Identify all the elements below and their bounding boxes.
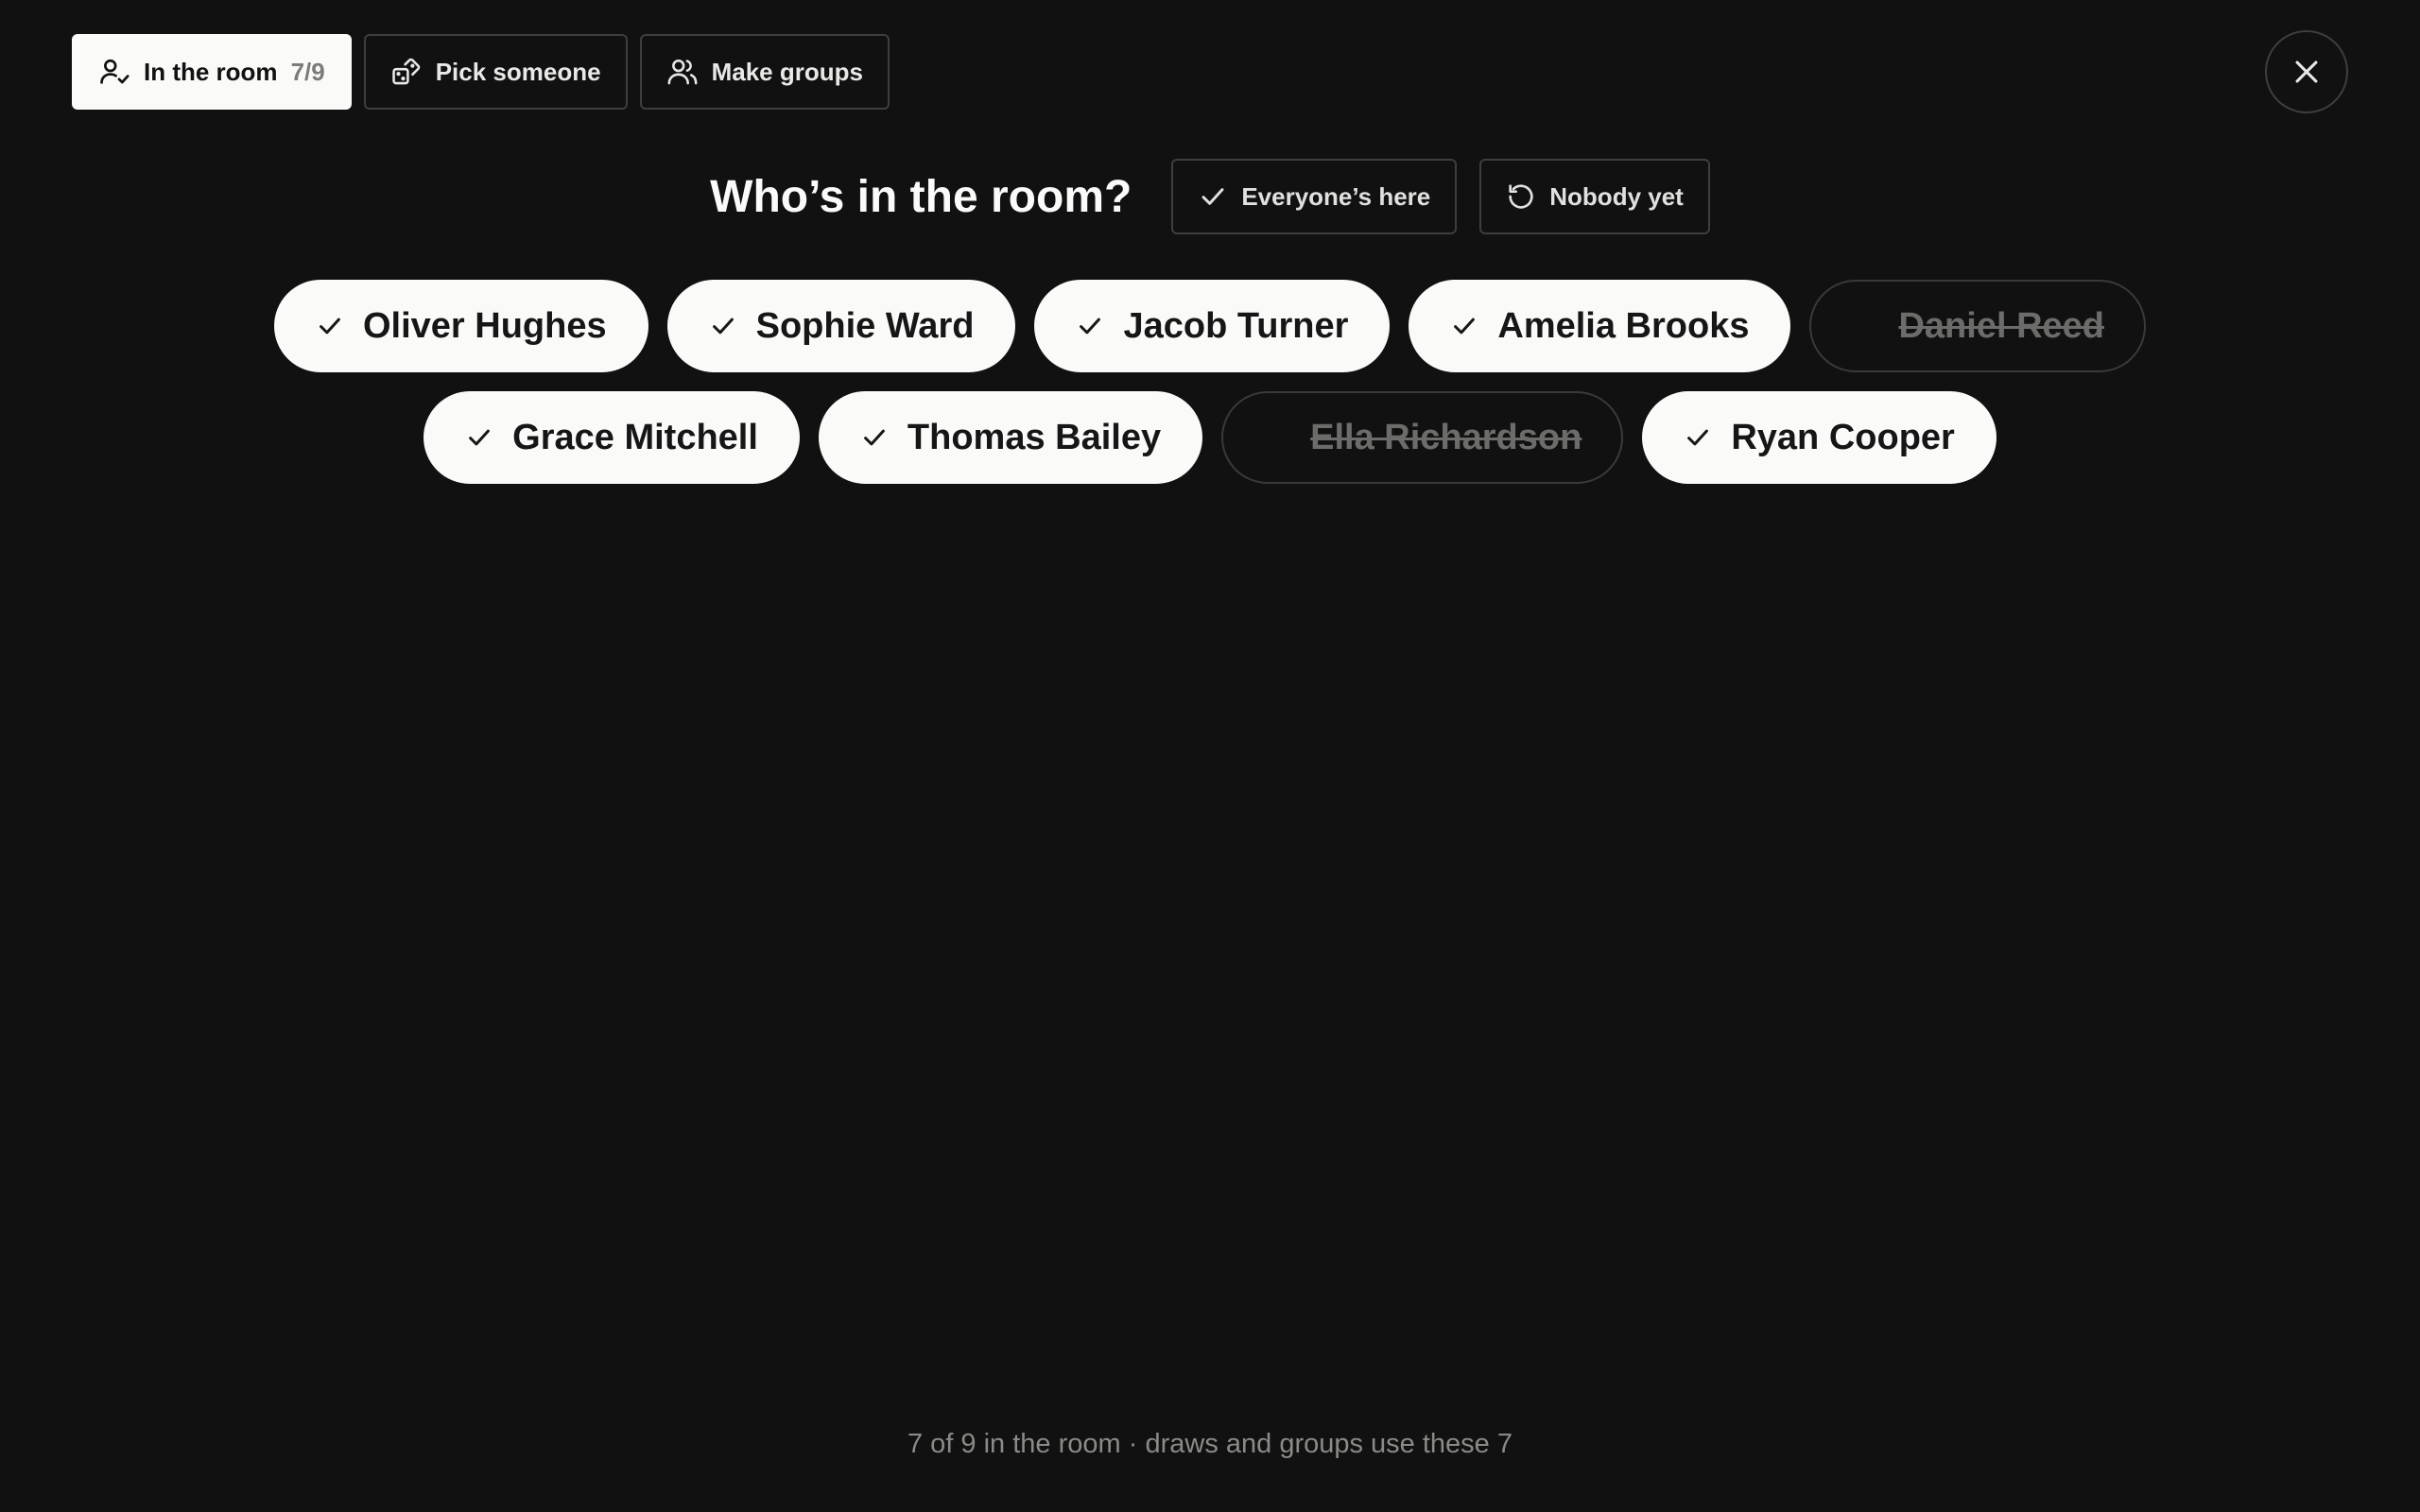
status-footer: 7 of 9 in the room · draws and groups us… (908, 1429, 1512, 1459)
check-icon (1201, 188, 1224, 205)
nobody-yet-button[interactable]: Nobody yet (1479, 159, 1710, 234)
person-chip[interactable]: Oliver Hughes (273, 280, 648, 372)
person-name: Thomas Bailey (907, 417, 1162, 457)
user-check-icon (100, 59, 130, 84)
check-placeholder (1851, 312, 1879, 340)
attendance-screen: In the room 7/9 Pick someone Make groups (0, 0, 2420, 1512)
close-icon (2295, 60, 2318, 83)
person-name: Oliver Hughes (362, 305, 607, 346)
person-chip[interactable]: Ryan Cooper (1642, 391, 1996, 484)
person-name: Ryan Cooper (1731, 417, 1955, 457)
dice-icon (391, 58, 420, 85)
person-name: Sophie Ward (755, 305, 975, 346)
check-icon (1080, 318, 1101, 335)
person-chip[interactable]: Daniel Reed (1809, 280, 2146, 372)
users-icon (667, 59, 698, 85)
check-icon (712, 318, 734, 335)
tab-label: Make groups (711, 57, 863, 86)
people-list: Oliver Hughes Sophie Ward Jacob Turner Amel… (113, 280, 2307, 484)
tab-make-groups[interactable]: Make groups (639, 34, 890, 110)
check-icon (320, 318, 340, 335)
check-icon (1454, 318, 1476, 335)
tab-in-the-room[interactable]: In the room 7/9 (72, 34, 352, 110)
everyone-here-label: Everyone’s here (1241, 181, 1431, 211)
person-chip[interactable]: Sophie Ward (666, 280, 1016, 372)
close-button[interactable] (2265, 30, 2348, 113)
nobody-yet-label: Nobody yet (1549, 181, 1684, 211)
present-count-badge: 7/9 (290, 57, 325, 86)
mode-tabs: In the room 7/9 Pick someone Make groups (72, 34, 890, 110)
check-icon (1687, 429, 1709, 446)
check-icon (864, 429, 885, 446)
check-placeholder (1263, 423, 1291, 452)
tab-label: In the room (144, 57, 278, 86)
person-name: Daniel Reed (1898, 305, 2104, 346)
person-chip[interactable]: Amelia Brooks (1409, 280, 1791, 372)
person-name: Amelia Brooks (1497, 305, 1750, 346)
person-name: Ella Richardson (1310, 417, 1582, 457)
reset-icon (1509, 184, 1533, 209)
tab-pick-someone[interactable]: Pick someone (363, 34, 628, 110)
person-chip[interactable]: Ella Richardson (1221, 391, 1624, 484)
person-chip[interactable]: Grace Mitchell (424, 391, 800, 484)
heading-row: Who’s in the room? Everyone’s here Nobod… (0, 159, 2420, 234)
person-name: Jacob Turner (1123, 305, 1349, 346)
everyone-here-button[interactable]: Everyone’s here (1171, 159, 1458, 234)
page-title: Who’s in the room? (710, 171, 1132, 222)
person-chip[interactable]: Jacob Turner (1034, 280, 1391, 372)
person-name: Grace Mitchell (512, 417, 758, 457)
person-chip[interactable]: Thomas Bailey (818, 391, 1203, 484)
tab-label: Pick someone (435, 57, 601, 86)
check-icon (469, 429, 491, 446)
